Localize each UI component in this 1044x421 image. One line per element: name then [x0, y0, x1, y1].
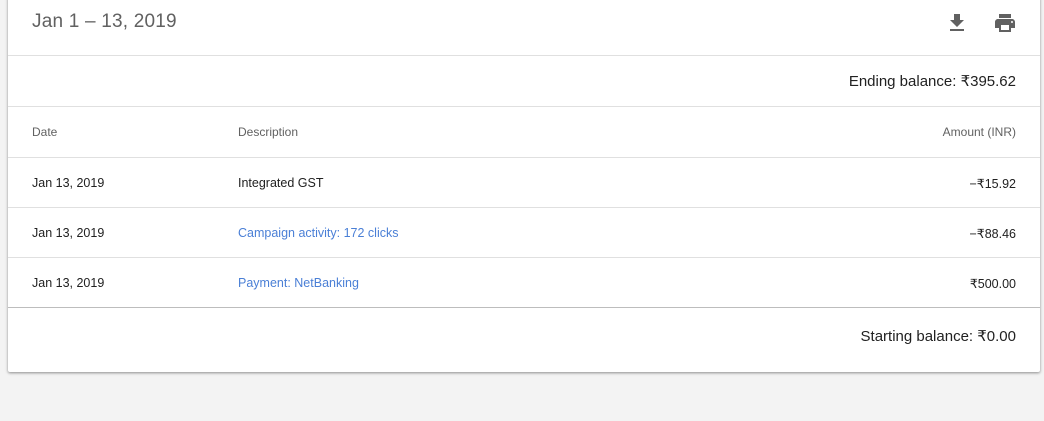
- row-date: Jan 13, 2019: [32, 276, 105, 290]
- row-description: Integrated GST: [238, 176, 324, 190]
- card-header: Jan 1 – 13, 2019: [8, 0, 1040, 56]
- transactions-card: Jan 1 – 13, 2019 Ending balance: ₹395.62…: [8, 0, 1040, 372]
- column-header-amount: Amount (INR): [942, 125, 1016, 139]
- row-date: Jan 13, 2019: [32, 226, 105, 240]
- campaign-activity-link[interactable]: Campaign activity: 172 clicks: [238, 226, 398, 240]
- row-amount: −₹88.46: [969, 227, 1016, 241]
- row-date: Jan 13, 2019: [32, 176, 105, 190]
- row-amount: ₹500.00: [969, 277, 1016, 291]
- column-header-description: Description: [238, 125, 299, 139]
- ending-balance-row: Ending balance: ₹395.62: [8, 56, 1040, 107]
- ending-balance: Ending balance: ₹395.62: [848, 73, 1016, 90]
- table-row: Jan 13, 2019 Campaign activity: 172 clic…: [8, 208, 1040, 258]
- table-row: Jan 13, 2019 Payment: NetBanking ₹500.00: [8, 258, 1040, 308]
- starting-balance-row: Starting balance: ₹0.00: [8, 308, 1040, 370]
- print-icon[interactable]: [993, 11, 1017, 35]
- download-icon[interactable]: [945, 11, 969, 35]
- table-header: Date Description Amount (INR): [8, 107, 1040, 158]
- starting-balance: Starting balance: ₹0.00: [860, 328, 1016, 345]
- column-header-date: Date: [32, 125, 58, 139]
- table-row: Jan 13, 2019 Integrated GST −₹15.92: [8, 158, 1040, 208]
- payment-link[interactable]: Payment: NetBanking: [238, 276, 359, 290]
- date-range-title: Jan 1 – 13, 2019: [32, 11, 177, 32]
- row-amount: −₹15.92: [969, 177, 1016, 191]
